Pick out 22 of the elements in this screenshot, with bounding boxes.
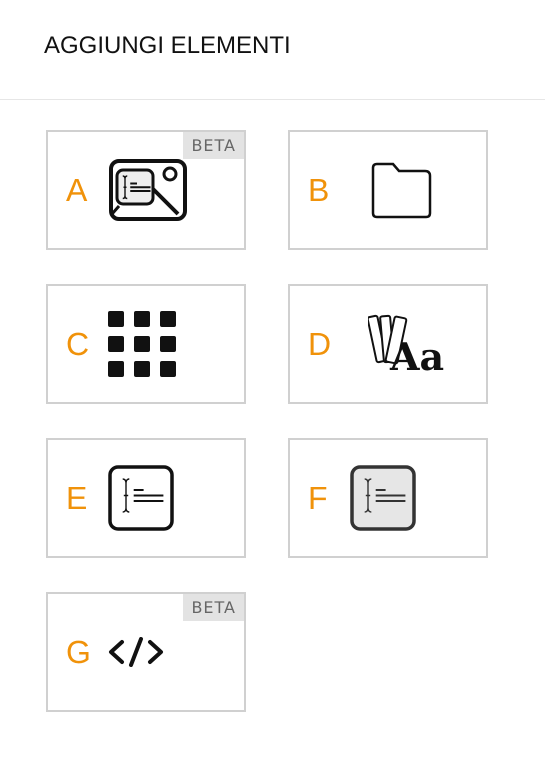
card-letter: C <box>66 326 90 362</box>
panel-title: AGGIUNGI ELEMENTI <box>44 32 291 60</box>
element-card[interactable]: C <box>46 284 246 404</box>
beta-badge: BETA <box>183 594 244 621</box>
text-box-icon <box>108 465 174 531</box>
grid-icon <box>108 311 176 377</box>
element-card[interactable]: E <box>46 438 246 558</box>
card-letter: A <box>66 172 88 208</box>
card-letter: F <box>308 480 329 516</box>
element-card[interactable]: BETA G <box>46 592 246 712</box>
beta-badge: BETA <box>183 132 244 159</box>
element-card[interactable]: D Aa <box>288 284 488 404</box>
element-card[interactable]: F <box>288 438 488 558</box>
text-box-icon <box>350 465 416 531</box>
code-icon <box>108 637 164 667</box>
card-letter: B <box>308 172 330 208</box>
image-text-icon <box>108 158 188 222</box>
card-letter: E <box>66 480 88 516</box>
element-card[interactable]: BETA A <box>46 130 246 250</box>
element-card[interactable]: B <box>288 130 488 250</box>
card-letter: D <box>308 326 332 362</box>
card-letter: G <box>66 634 92 670</box>
